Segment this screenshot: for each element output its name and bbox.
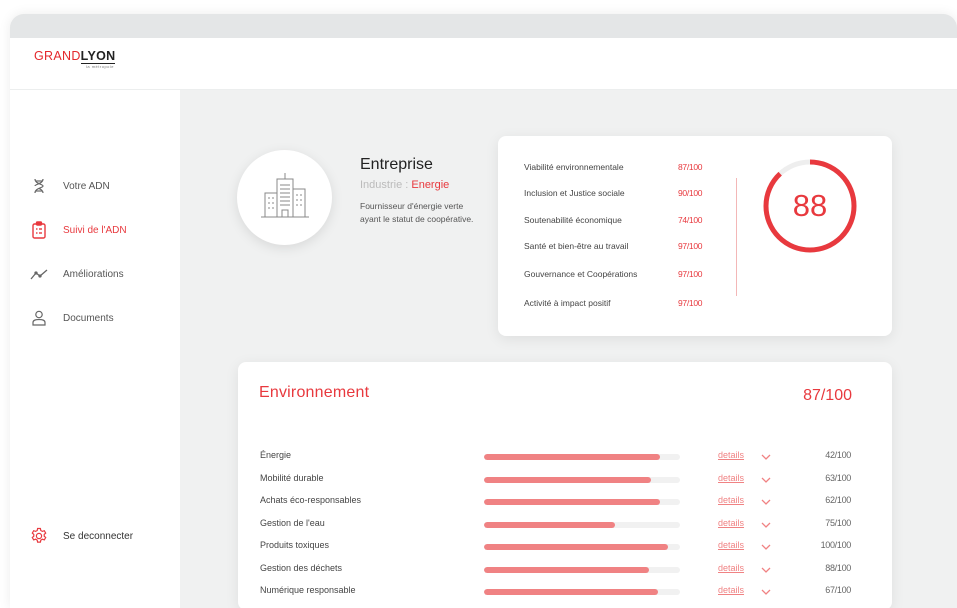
logo-subtitle: la métropole — [86, 64, 115, 69]
industry-prefix: Industrie : — [360, 179, 412, 191]
gear-icon — [30, 527, 48, 545]
environment-progress-bar — [484, 499, 680, 505]
environment-progress-bar — [484, 477, 680, 483]
environment-total: 87/100 — [803, 387, 852, 404]
window-top-strip — [10, 14, 957, 38]
score-label: Viabilité environnementale — [524, 162, 624, 172]
environment-row-label: Mobilité durable — [260, 473, 324, 483]
logo-grand: GRAND — [34, 49, 81, 63]
environment-row-score: 63/100 — [825, 473, 851, 483]
environment-row-label: Achats éco-responsables — [260, 495, 362, 505]
environment-row-score: 42/100 — [825, 450, 851, 460]
details-link[interactable]: details — [718, 540, 744, 550]
sidebar-item-suivi-adn[interactable]: Suivi de l'ADN — [30, 220, 127, 240]
score-label: Activité à impact positif — [524, 298, 611, 308]
sidebar-item-label: Suivi de l'ADN — [63, 224, 127, 236]
environment-row-score: 62/100 — [825, 495, 851, 505]
environment-row-score: 67/100 — [825, 585, 851, 595]
sidebar-item-label: Documents — [63, 312, 114, 324]
score-label: Inclusion et Justice sociale — [524, 188, 625, 198]
environment-row-score: 88/100 — [825, 563, 851, 573]
industry-value: Energie — [411, 179, 450, 191]
environment-card: Environnement 87/100 Énergie details 42/10… — [238, 362, 892, 608]
details-link[interactable]: details — [718, 450, 744, 460]
score-divider — [736, 178, 737, 296]
logout-button[interactable]: Se deconnecter — [30, 526, 133, 546]
environment-progress-fill — [484, 477, 651, 483]
environment-row: Achats éco-responsables details 62/100 — [238, 495, 892, 509]
sidebar: Votre ADN Suivi de l'ADN Améliorations D… — [10, 90, 180, 608]
sidebar-item-documents[interactable]: Documents — [30, 308, 114, 328]
environment-row: Gestion des déchets details 88/100 — [238, 563, 892, 577]
details-link[interactable]: details — [718, 473, 744, 483]
chevron-down-icon[interactable] — [760, 451, 772, 463]
sidebar-item-label: Votre ADN — [63, 180, 110, 192]
logo-wordmark: GRAND LYON — [34, 49, 116, 64]
environment-progress-fill — [484, 544, 669, 550]
chevron-down-icon[interactable] — [760, 564, 772, 576]
sidebar-item-ameliorations[interactable]: Améliorations — [30, 264, 124, 284]
clipboard-icon — [30, 221, 48, 239]
app-window: GRAND LYON la métropole Votre ADN Suivi … — [10, 14, 957, 608]
overall-score-value: 88 — [792, 188, 828, 223]
chevron-down-icon[interactable] — [760, 474, 772, 486]
details-link[interactable]: details — [718, 563, 744, 573]
company-description: Fournisseur d'énergie verte ayant le sta… — [360, 201, 474, 224]
environment-row-score: 75/100 — [825, 518, 851, 528]
score-label: Soutenabilité économique — [524, 215, 622, 225]
environment-row-label: Produits toxiques — [260, 540, 330, 550]
environment-progress-fill — [484, 589, 659, 595]
score-value: 97/100 — [678, 269, 703, 279]
environment-row-label: Numérique responsable — [260, 585, 356, 595]
environment-title: Environnement — [259, 384, 370, 401]
sidebar-item-votre-adn[interactable]: Votre ADN — [30, 176, 110, 196]
environment-progress-fill — [484, 522, 616, 528]
environment-row-label: Gestion des déchets — [260, 563, 343, 573]
environment-row: Numérique responsable details 67/100 — [238, 585, 892, 599]
grandlyon-logo[interactable]: GRAND LYON la métropole — [34, 49, 116, 69]
environment-row: Gestion de l'eau details 75/100 — [238, 518, 892, 532]
score-label: Santé et bien-être au travail — [524, 241, 629, 251]
environment-progress-fill — [484, 499, 661, 505]
logo-lyon: LYON — [80, 49, 116, 64]
environment-row: Produits toxiques details 100/100 — [238, 540, 892, 554]
score-value: 90/100 — [678, 188, 703, 198]
environment-row: Énergie details 42/100 — [238, 450, 892, 464]
environment-row-label: Énergie — [260, 450, 292, 460]
user-icon — [30, 309, 48, 327]
score-card: Viabilité environnementale 87/100 Inclusio… — [498, 136, 892, 336]
environment-progress-bar — [484, 544, 680, 550]
score-label: Gouvernance et Coopérations — [524, 269, 638, 279]
chevron-down-icon[interactable] — [760, 586, 772, 598]
details-link[interactable]: details — [718, 495, 744, 505]
environment-progress-bar — [484, 567, 680, 573]
environment-progress-bar — [484, 454, 680, 460]
score-value: 74/100 — [678, 215, 703, 225]
score-value: 87/100 — [678, 162, 703, 172]
company-industry: Industrie : Energie — [360, 179, 449, 191]
dna-icon — [30, 177, 48, 195]
environment-row-label: Gestion de l'eau — [260, 518, 325, 528]
sidebar-item-label: Améliorations — [63, 268, 124, 280]
environment-progress-fill — [484, 567, 649, 573]
score-value: 97/100 — [678, 298, 703, 308]
environment-progress-bar — [484, 589, 680, 595]
trend-line-icon — [30, 265, 48, 283]
building-icon — [259, 169, 311, 226]
chevron-down-icon[interactable] — [760, 541, 772, 553]
environment-progress-bar — [484, 522, 680, 528]
logout-label: Se deconnecter — [63, 530, 134, 542]
details-link[interactable]: details — [718, 585, 744, 595]
chevron-down-icon[interactable] — [760, 519, 772, 531]
score-value: 97/100 — [678, 241, 703, 251]
chevron-down-icon[interactable] — [760, 496, 772, 508]
company-avatar — [237, 150, 332, 245]
company-title: Entreprise — [360, 156, 433, 173]
environment-progress-fill — [484, 454, 661, 460]
header: GRAND LYON la métropole — [10, 38, 957, 90]
details-link[interactable]: details — [718, 518, 744, 528]
environment-row-score: 100/100 — [820, 540, 852, 550]
environment-row: Mobilité durable details 63/100 — [238, 473, 892, 487]
